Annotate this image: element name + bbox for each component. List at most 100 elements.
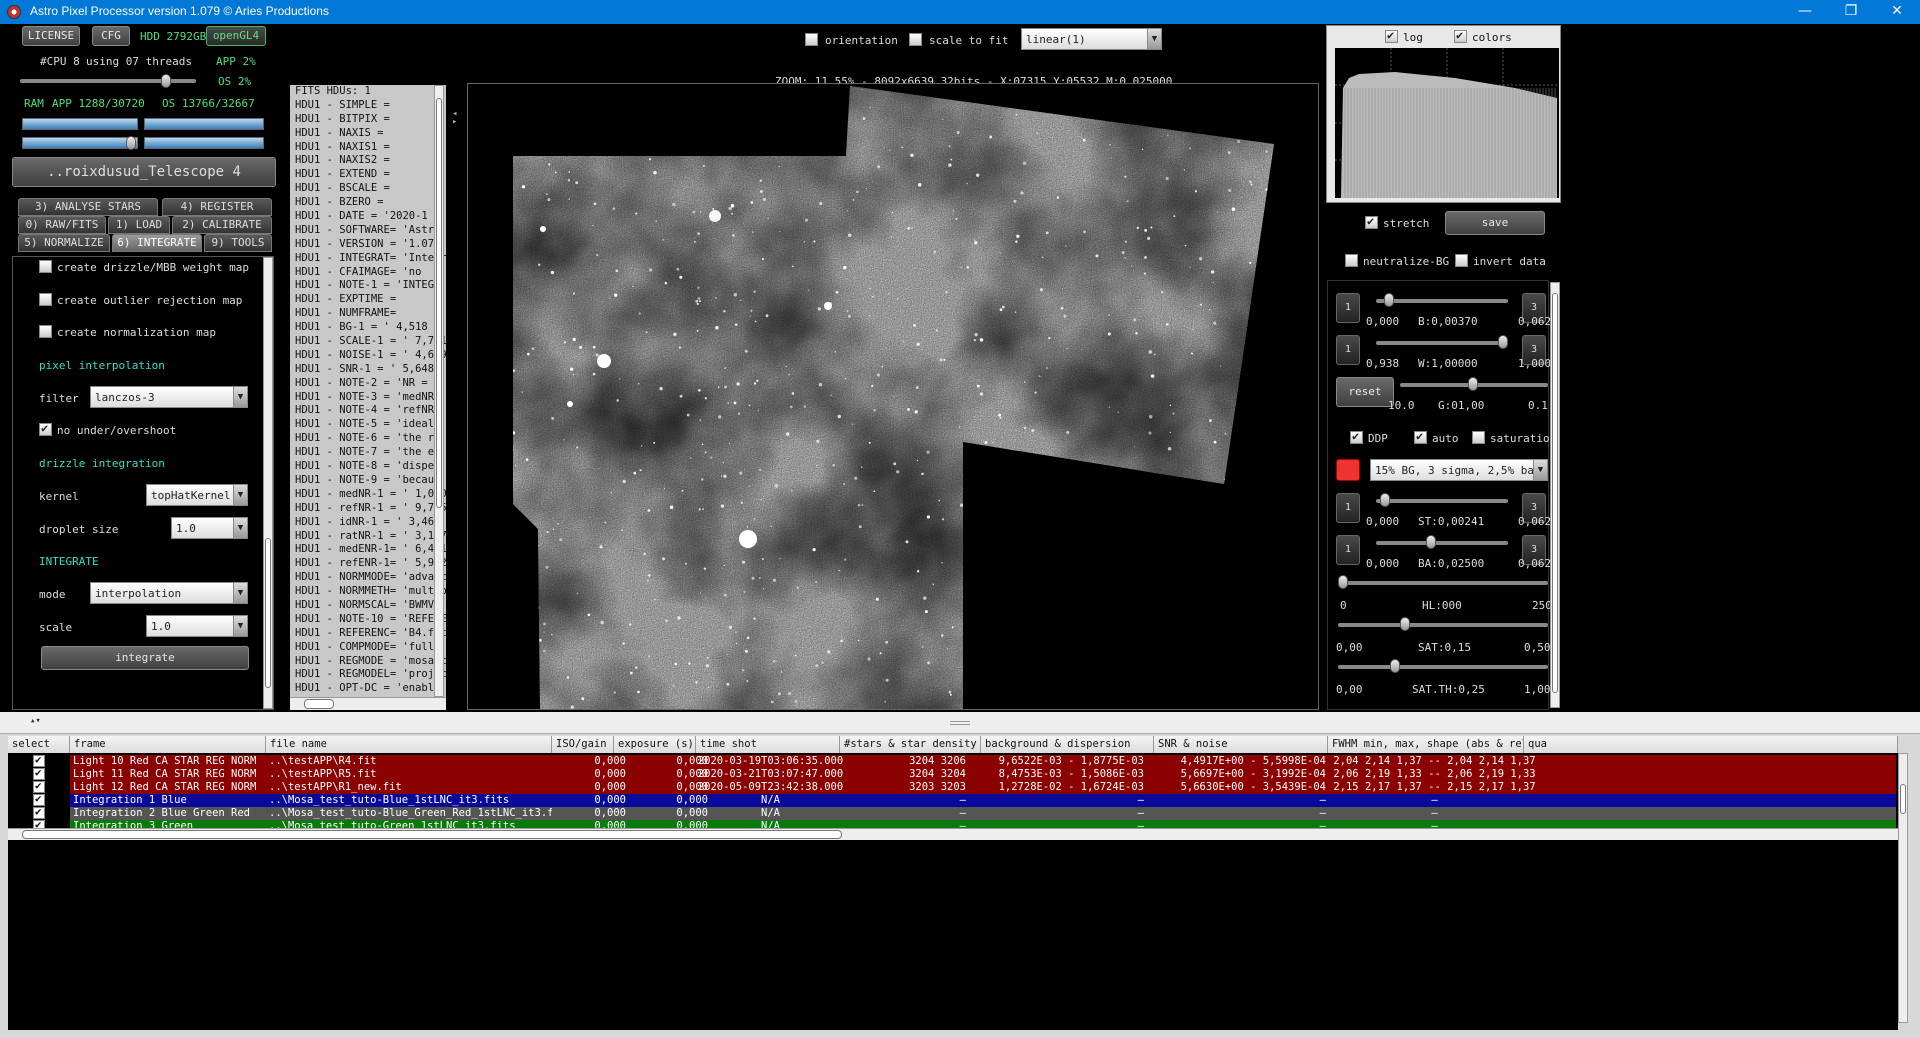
column-header[interactable]: frame [70,736,266,753]
drizzle-weight-map-checkbox[interactable] [39,260,52,273]
reset-button[interactable]: reset [1336,377,1394,407]
b-slider-knob[interactable] [1384,293,1394,307]
orientation-checkbox[interactable] [805,33,818,46]
column-header[interactable]: #stars & star density [840,736,981,753]
integrate-button[interactable]: integrate [41,646,249,670]
g-slider-knob[interactable] [1468,377,1478,391]
log-checkbox[interactable] [1385,28,1398,43]
mosaic-image [513,86,1274,709]
resize-handle-icon[interactable] [950,721,970,725]
sat-slider-knob[interactable] [1400,617,1410,631]
fits-hscrollbar[interactable] [290,697,446,710]
column-header[interactable]: qua [1524,736,1898,753]
restore-button[interactable]: ❐ [1828,0,1874,24]
column-header[interactable]: ISO/gain [552,736,614,753]
fits-header-line: HDU1 - NOTE-9 = 'becaus [295,473,441,486]
filter-select[interactable]: lanczos-3 ▼ [90,386,248,408]
hl-slider-track[interactable] [1338,581,1548,585]
tab-raw-fits[interactable]: 0) RAW/FITS [18,216,106,234]
ram-app-label: APP 1288/30720 [52,97,145,110]
column-header[interactable]: background & dispersion [981,736,1154,753]
close-button[interactable]: ✕ [1874,0,1920,24]
column-header[interactable]: SNR & noise [1154,736,1328,753]
table-hscrollbar[interactable] [8,828,1898,840]
scale-select[interactable]: 1.0 ▼ [146,615,248,637]
working-directory-button[interactable]: ..roixdusud_Telescope 4 [12,157,276,187]
preset-color-button[interactable] [1336,459,1360,481]
table-row[interactable]: Integration 2 Blue Green Red ..\Mosa_test… [70,807,1896,820]
tab-analyse-stars[interactable]: 3) ANALYSE STARS [18,198,158,216]
scale-to-fit-checkbox[interactable] [909,33,922,46]
w-slider-track[interactable] [1376,341,1508,345]
table-scroll-thumb[interactable] [1900,784,1906,814]
ddp-preset-value: 15% BG, 3 sigma, 2,5% base [1375,464,1548,477]
table-row[interactable]: Light 10 Red CA STAR REG NORM ..\testAPP\… [70,755,1896,768]
table-row[interactable]: Light 12 Red CA STAR REG NORM ..\testAPP\… [70,781,1896,794]
right-scrollbar[interactable] [1550,282,1560,708]
table-scrollbar[interactable] [1898,753,1908,1023]
column-header[interactable]: select [8,736,70,753]
kernel-select[interactable]: topHatKernel ▼ [146,484,248,506]
hl-max: 250 [1532,599,1552,612]
cell-snr: – [1319,794,1326,806]
ba-slider-track[interactable] [1376,541,1508,545]
tab-integrate[interactable]: 6) INTEGRATE [112,234,202,252]
column-header[interactable]: FWHM min, max, shape (abs & rel) [1328,736,1524,753]
ddp-checkbox[interactable] [1350,429,1363,444]
opengl-button[interactable]: openGL4 [206,26,266,46]
st-decrease-button[interactable]: 1 [1336,493,1360,523]
stretch-mode-select[interactable]: linear(1) ▼ [1021,28,1162,50]
hl-slider-knob[interactable] [1338,575,1348,589]
license-button[interactable]: LICENSE [22,26,80,46]
auto-checkbox[interactable] [1414,429,1427,444]
tab-tools[interactable]: 9) TOOLS [204,234,272,252]
b-slider-track[interactable] [1376,299,1508,303]
satth-slider-track[interactable] [1338,665,1548,669]
right-scroll-thumb[interactable] [1552,293,1558,693]
table-row[interactable]: Integration 1 Blue ..\Mosa_test_tuto-Blue… [70,794,1896,807]
fits-hscroll-thumb[interactable] [304,699,334,709]
column-header[interactable]: exposure (s) [614,736,696,753]
normalization-map-checkbox[interactable] [39,325,52,338]
minimize-button[interactable]: — [1782,0,1828,24]
droplet-size-select[interactable]: 1.0 ▼ [171,517,248,539]
cfg-button[interactable]: CFG [92,26,130,46]
ba-slider-knob[interactable] [1426,535,1436,549]
table-hscroll-thumb[interactable] [22,830,842,839]
tab-load[interactable]: 1) LOAD [108,216,170,234]
no-under-overshoot-checkbox[interactable] [39,421,52,436]
satth-slider-knob[interactable] [1390,659,1400,673]
outlier-rejection-map-checkbox[interactable] [39,293,52,306]
sat-slider-track[interactable] [1338,623,1548,627]
column-header[interactable]: time shot [696,736,840,753]
options-scroll-thumb[interactable] [265,538,271,688]
w-decrease-button[interactable]: 1 [1336,335,1360,365]
table-row[interactable]: Light 11 Red CA STAR REG NORM ..\testAPP\… [70,768,1896,781]
tab-calibrate[interactable]: 2) CALIBRATE [172,216,272,234]
neutralize-bg-checkbox[interactable] [1345,254,1358,267]
column-header[interactable]: file name [266,736,552,753]
options-scrollbar[interactable] [263,257,273,709]
image-viewer[interactable] [467,83,1319,710]
fits-scrollbar[interactable] [434,85,444,697]
stretch-label: stretch [1383,217,1430,230]
tab-normalize[interactable]: 5) NORMALIZE [18,234,110,252]
b-decrease-button[interactable]: 1 [1336,293,1360,323]
sort-arrows-icon[interactable]: ▴▾ [30,716,41,726]
w-slider-knob[interactable] [1498,335,1508,349]
st-slider-track[interactable] [1376,499,1508,503]
threads-slider-knob[interactable] [161,74,171,88]
st-slider-knob[interactable] [1380,493,1390,507]
ba-decrease-button[interactable]: 1 [1336,535,1360,565]
collapse-arrows-icon[interactable]: ◂ ▸ [452,110,462,130]
ram-slider-knob[interactable] [126,136,136,150]
invert-data-checkbox[interactable] [1455,254,1468,267]
colors-checkbox[interactable] [1454,28,1467,43]
tab-register[interactable]: 4) REGISTER [162,198,272,216]
saturation-checkbox[interactable] [1472,431,1485,444]
ddp-preset-select[interactable]: 15% BG, 3 sigma, 2,5% base ▼ [1370,459,1548,481]
stretch-checkbox[interactable] [1365,214,1378,229]
fits-scroll-thumb[interactable] [436,98,442,508]
mode-select[interactable]: interpolation ▼ [90,582,248,604]
save-button[interactable]: save [1445,211,1545,235]
